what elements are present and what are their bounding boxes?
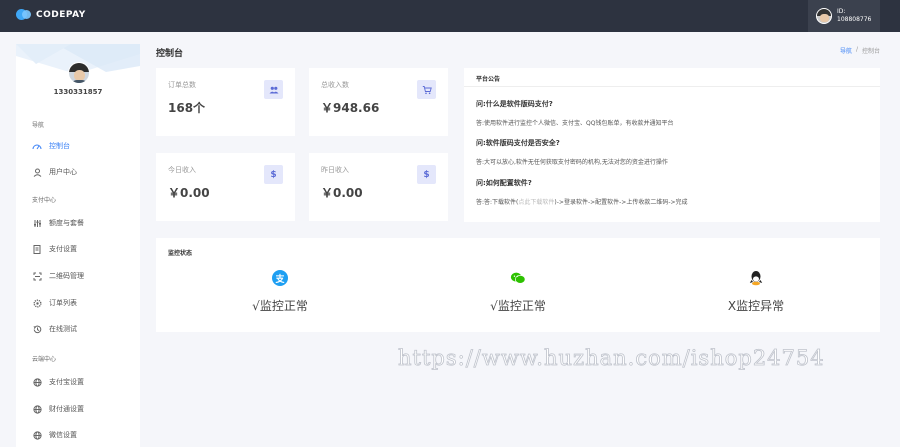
watermark-text: https://www.huzhan.com/ishop24754 <box>398 346 825 371</box>
dollar-icon: $ <box>264 165 283 184</box>
user-menu[interactable]: ID: 108808776 <box>808 0 880 32</box>
globe-icon <box>32 377 42 387</box>
sidebar-item-tenpay-settings[interactable]: 财付通设置 <box>32 403 84 415</box>
sidebar-avatar <box>68 62 90 84</box>
download-software-link[interactable]: 点此下载软件 <box>518 199 554 206</box>
stat-card-total-income: 总收入数 ￥948.66 <box>309 68 448 136</box>
users-icon <box>264 80 283 99</box>
sidebar-section-payment: 支付中心 <box>32 197 57 204</box>
stat-card-total-orders: 订单总数 168个 <box>156 68 295 136</box>
avatar <box>816 8 832 24</box>
logo-icon <box>16 9 31 20</box>
sidebar-username: 1330331857 <box>53 88 103 96</box>
stat-value: ￥948.66 <box>321 101 380 115</box>
page-title: 控制台 <box>156 49 184 59</box>
monitor-item-wechat: √监控正常 <box>448 270 588 314</box>
stat-label: 昨日收入 <box>321 166 349 174</box>
monitor-status: √监控正常 <box>252 299 308 313</box>
sidebar: 1330331857 导航 控制台 用户中心 支付中心 额度与套餐 支付设置 二… <box>16 44 140 447</box>
user-id: ID: 108808776 <box>837 8 872 23</box>
divider <box>464 86 880 87</box>
sidebar-section-nav: 导航 <box>32 122 45 129</box>
announcement-panel: 平台公告 问:什么是软件版码支付? 答:使用软件进行监控个人微信、支付宝、QQ钱… <box>464 68 880 222</box>
stat-card-yesterday-income: 昨日收入 ￥0.00 $ <box>309 153 448 221</box>
faq-answer: 答:大可以放心,软件无任何获取支付密码的机构,无法对您的资金进行操作 <box>476 159 668 166</box>
faq-answer: 答:使用软件进行监控个人微信、支付宝、QQ钱包账单，有收款并通知平台 <box>476 120 674 127</box>
faq-question: 问:如何配置软件? <box>476 179 532 187</box>
breadcrumb-link-nav[interactable]: 导航 <box>840 46 852 55</box>
wechat-icon <box>510 270 526 286</box>
monitor-status: √监控正常 <box>490 299 546 313</box>
sidebar-section-cloud: 云端中心 <box>32 356 57 363</box>
gear-icon <box>32 298 42 308</box>
stat-label: 今日收入 <box>168 166 196 174</box>
logo-text: CODEPAY <box>36 9 86 20</box>
stat-value: 168个 <box>168 101 206 115</box>
top-bar: CODEPAY ID: 108808776 <box>0 0 900 32</box>
breadcrumb-separator: / <box>855 46 858 53</box>
sidebar-item-alipay-settings[interactable]: 支付宝设置 <box>32 376 84 388</box>
history-icon <box>32 324 42 334</box>
sliders-icon <box>32 218 42 228</box>
monitor-status: X监控异常 <box>727 299 785 313</box>
breadcrumb-current: 控制台 <box>861 48 880 55</box>
stat-card-today-income: 今日收入 ￥0.00 $ <box>156 153 295 221</box>
faq-question: 问:软件版码支付是否安全? <box>476 139 560 147</box>
announcement-title: 平台公告 <box>476 76 501 83</box>
sidebar-item-user-center[interactable]: 用户中心 <box>32 166 77 178</box>
globe-icon <box>32 404 42 414</box>
faq-answer: 答:答:下载软件(点此下载软件)->登录软件->配置软件->上传收款二维码->完… <box>476 199 688 206</box>
cart-icon <box>417 80 436 99</box>
user-icon <box>32 167 42 177</box>
sidebar-item-wechat-settings[interactable]: 微信设置 <box>32 429 77 441</box>
sidebar-item-quota[interactable]: 额度与套餐 <box>32 217 84 229</box>
stat-value: ￥0.00 <box>321 186 363 200</box>
monitor-title: 监控状态 <box>168 250 193 257</box>
sidebar-item-qrcode[interactable]: 二维码管理 <box>32 270 84 282</box>
stat-value: ￥0.00 <box>168 186 210 200</box>
stat-label: 订单总数 <box>168 81 196 89</box>
monitor-item-alipay: 支 √监控正常 <box>210 270 350 314</box>
monitor-item-qq: X监控异常 <box>686 270 826 314</box>
sidebar-item-orders[interactable]: 订单列表 <box>32 297 77 309</box>
logo[interactable]: CODEPAY <box>16 9 86 20</box>
dollar-icon: $ <box>417 165 436 184</box>
faq-question: 问:什么是软件版码支付? <box>476 100 553 108</box>
dashboard-icon <box>32 141 42 151</box>
qrcode-icon <box>32 271 42 281</box>
breadcrumb: 导航 / 控制台 <box>840 46 880 55</box>
alipay-icon: 支 <box>272 270 288 286</box>
qq-icon <box>748 270 764 286</box>
sidebar-item-pay-settings[interactable]: 支付设置 <box>32 243 77 255</box>
globe-icon <box>32 430 42 440</box>
monitor-panel: 监控状态 支 √监控正常 √监控正常 X监控异常 <box>156 238 880 332</box>
document-icon <box>32 244 42 254</box>
sidebar-item-dashboard[interactable]: 控制台 <box>32 140 70 152</box>
sidebar-item-online-test[interactable]: 在线测试 <box>32 323 77 335</box>
stat-label: 总收入数 <box>321 81 349 89</box>
